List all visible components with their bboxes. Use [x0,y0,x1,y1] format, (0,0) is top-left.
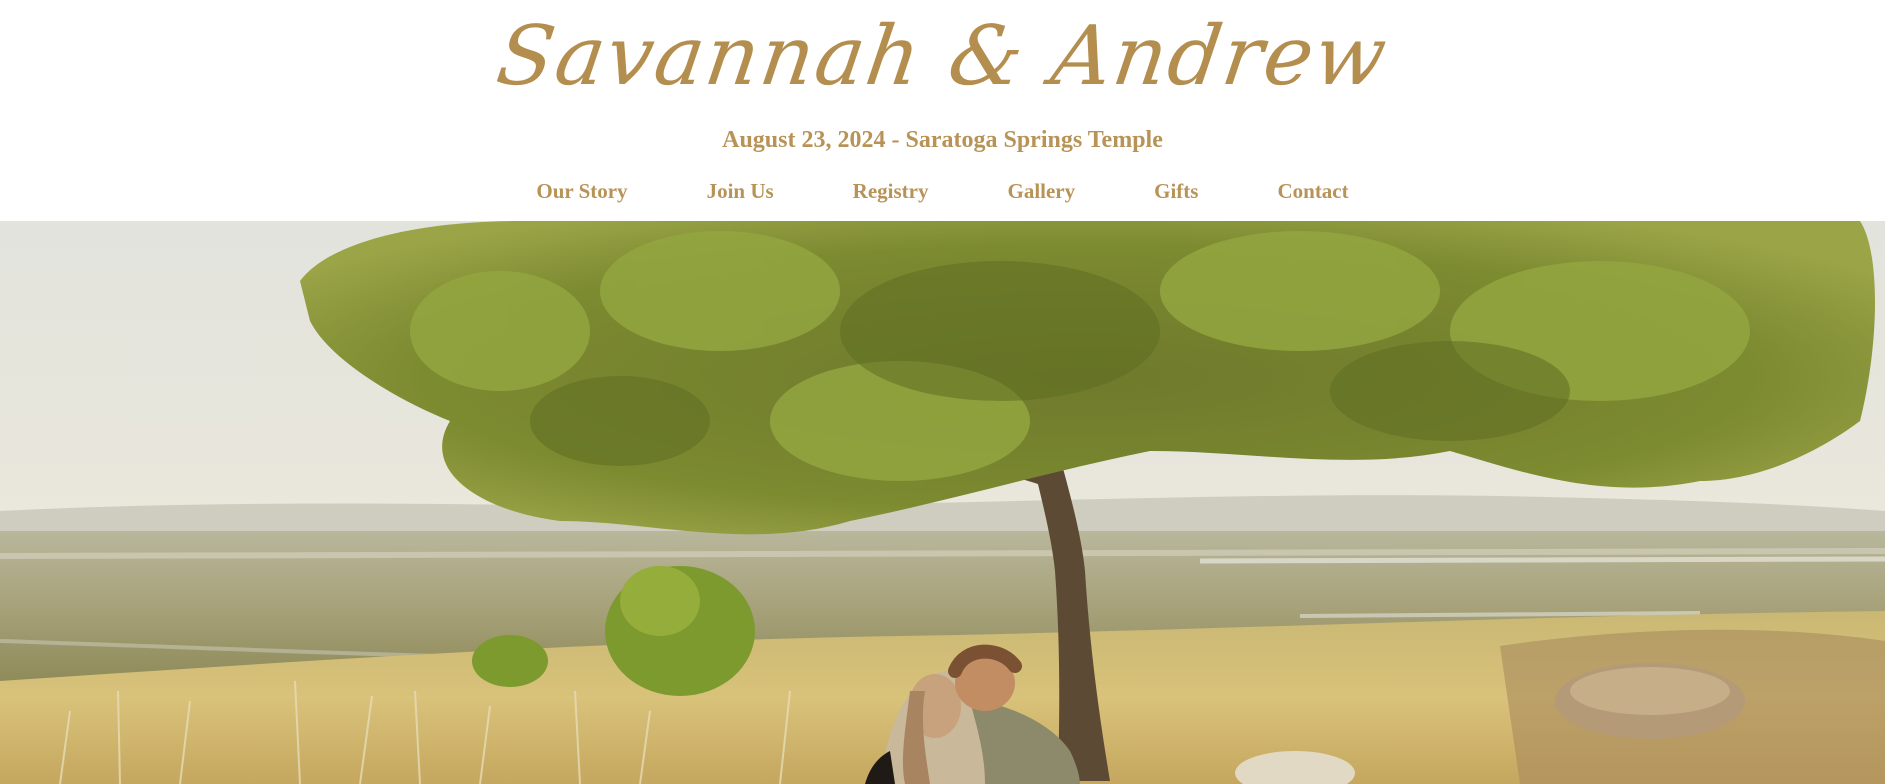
nav-gifts[interactable]: Gifts [1154,176,1198,206]
nav-registry[interactable]: Registry [853,176,929,206]
page: Savannah & Andrew August 23, 2024 - Sara… [0,0,1885,784]
site-header: Savannah & Andrew August 23, 2024 - Sara… [0,0,1885,221]
nav-our-story[interactable]: Our Story [536,176,627,206]
engagement-photo-image [0,221,1885,784]
site-title[interactable]: Savannah & Andrew [0,2,1885,112]
event-date-location: August 23, 2024 - Saratoga Springs Templ… [722,127,1163,153]
nav-contact[interactable]: Contact [1277,176,1348,206]
main-nav: Our Story Join Us Registry Gallery Gifts… [0,174,1885,208]
nav-gallery[interactable]: Gallery [1007,176,1075,206]
nav-join-us[interactable]: Join Us [707,176,774,206]
hero-photo [0,221,1885,784]
